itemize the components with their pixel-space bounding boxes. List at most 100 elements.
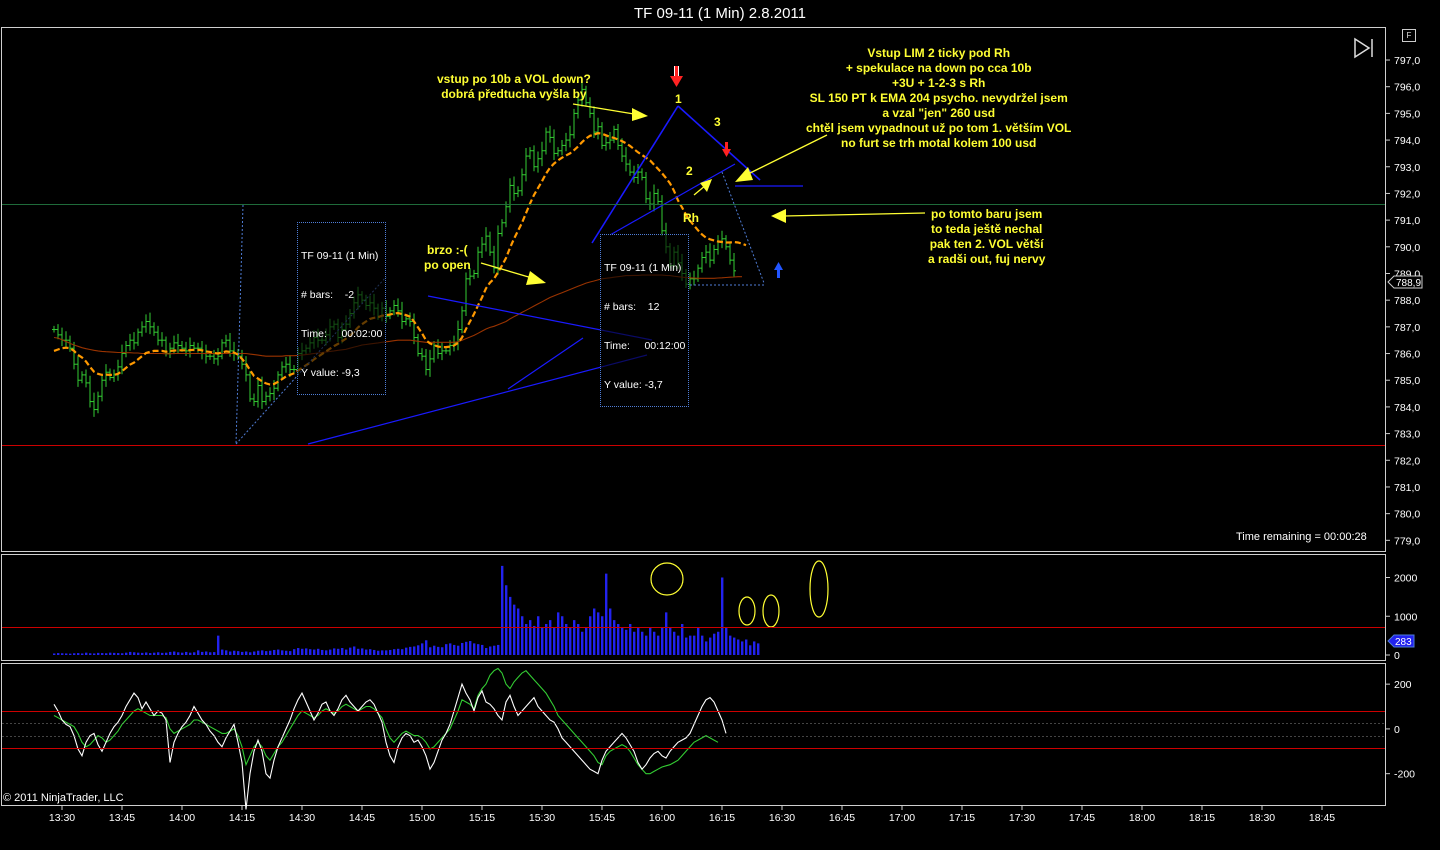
- price-bar: [52, 325, 56, 333]
- volume-bar: [705, 641, 708, 655]
- oscillator-panel[interactable]: [53, 667, 727, 810]
- price-bar: [704, 244, 708, 264]
- volume-bar: [465, 641, 468, 655]
- price-bar: [248, 371, 252, 402]
- trendline-rh[interactable]: [609, 163, 736, 236]
- volume-bar: [653, 631, 656, 655]
- measure-line-3[interactable]: [721, 171, 765, 284]
- volume-bar: [565, 624, 568, 655]
- volume-bar: [721, 577, 724, 655]
- volume-bar: [157, 652, 160, 655]
- measure-info-box-2[interactable]: TF 09-11 (1 Min) # bars: 12 Time: 00:12:…: [600, 234, 690, 407]
- volume-bar: [581, 631, 584, 655]
- price-tick-label: 792,0: [1394, 188, 1420, 200]
- price-bar: [392, 300, 396, 316]
- time-tick-label: 14:30: [289, 812, 315, 824]
- volume-bar: [625, 629, 628, 655]
- volume-bar: [417, 645, 420, 655]
- axes: 797,0 796,0 795,0 794,0 793,0 792,0 791,0 790,0…: [49, 55, 1421, 824]
- volume-bar: [541, 627, 544, 655]
- volume-bar: [377, 650, 380, 655]
- price-bar: [480, 236, 484, 259]
- measure-line-1[interactable]: [235, 204, 244, 445]
- annotation-entry-guess: vstup po 10b a VOL down? dobrá předtucha…: [437, 72, 591, 101]
- volume-bar: [357, 648, 360, 655]
- volume-bar: [553, 627, 556, 655]
- annotation-too-early: brzo :-( po open: [424, 243, 471, 272]
- volume-highlight-1[interactable]: [650, 562, 684, 596]
- price-bar: [640, 168, 644, 181]
- trendline-wedge-upper[interactable]: [591, 105, 679, 244]
- time-tick-label: 13:45: [109, 812, 135, 824]
- volume-bar: [533, 625, 536, 655]
- volume-bar: [349, 647, 352, 655]
- price-bar: [84, 369, 88, 388]
- volume-bar: [729, 635, 732, 655]
- price-bar: [456, 320, 460, 351]
- measure-info-box-1[interactable]: TF 09-11 (1 Min) # bars: -2 Time: 00:02:…: [297, 222, 387, 395]
- volume-bar: [253, 651, 256, 655]
- volume-bar: [737, 639, 740, 655]
- arrow-entry-note[interactable]: [572, 103, 648, 121]
- price-bar: [424, 349, 428, 376]
- volume-panel[interactable]: [53, 565, 760, 655]
- volume-bar: [141, 652, 144, 655]
- volume-highlight-4[interactable]: [809, 560, 829, 618]
- price-bar: [92, 392, 96, 417]
- volume-bar: [493, 645, 496, 655]
- price-bar: [112, 369, 116, 382]
- time-tick-label: 14:45: [349, 812, 375, 824]
- price-tick-label: 790,0: [1394, 242, 1420, 254]
- volume-bar: [413, 646, 416, 655]
- price-bar: [188, 337, 192, 358]
- volume-bar: [477, 644, 480, 655]
- volume-bar: [293, 649, 296, 655]
- price-bar: [528, 147, 532, 160]
- volume-bar: [573, 620, 576, 655]
- volume-bar: [677, 635, 680, 655]
- arrow-rh[interactable]: [693, 179, 712, 196]
- format-button[interactable]: F: [1402, 29, 1416, 42]
- volume-bar: [517, 608, 520, 655]
- price-bar: [700, 252, 704, 273]
- price-bar: [560, 139, 564, 156]
- price-bar: [508, 178, 512, 213]
- volume-bar: [485, 648, 488, 655]
- time-tick-label: 17:00: [889, 812, 915, 824]
- chart-canvas[interactable]: 797,0 796,0 795,0 794,0 793,0 792,0 791,0 790,0…: [0, 0, 1440, 850]
- price-bar: [412, 313, 416, 345]
- volume-highlight-3[interactable]: [762, 594, 780, 628]
- time-tick-label: 18:45: [1309, 812, 1335, 824]
- price-bar: [524, 148, 528, 182]
- volume-bar: [337, 648, 340, 655]
- price-bar: [444, 347, 448, 354]
- price-bar: [536, 151, 540, 173]
- volume-bar: [205, 651, 208, 655]
- copyright-notice: © 2011 NinjaTrader, LLC: [3, 792, 124, 804]
- volume-bar: [73, 653, 76, 655]
- volume-bar: [665, 612, 668, 655]
- price-bar: [196, 342, 200, 353]
- price-bar: [716, 235, 720, 255]
- volume-bar: [633, 631, 636, 655]
- volume-bar: [405, 647, 408, 655]
- volume-bar: [85, 652, 88, 655]
- arrow-exit-note[interactable]: [771, 209, 926, 223]
- price-bar: [520, 168, 524, 196]
- volume-bar: [489, 646, 492, 655]
- price-bar: [64, 331, 68, 348]
- volume-bar: [105, 653, 108, 655]
- price-tick-label: 795,0: [1394, 108, 1420, 120]
- drawing-objects[interactable]: 1 2 3 Rh 788,9 283: [2, 66, 1423, 749]
- volume-bar: [557, 612, 560, 655]
- price-bar: [544, 127, 548, 155]
- time-tick-label: 18:15: [1189, 812, 1215, 824]
- price-tick-label: 791,0: [1394, 215, 1420, 227]
- time-tick-label: 18:00: [1129, 812, 1155, 824]
- volume-bar: [213, 652, 216, 655]
- volume-bar: [689, 635, 692, 655]
- volume-highlight-2[interactable]: [738, 596, 756, 626]
- volume-bar: [101, 653, 104, 655]
- price-bar: [416, 333, 420, 357]
- play-icon[interactable]: [1352, 36, 1376, 60]
